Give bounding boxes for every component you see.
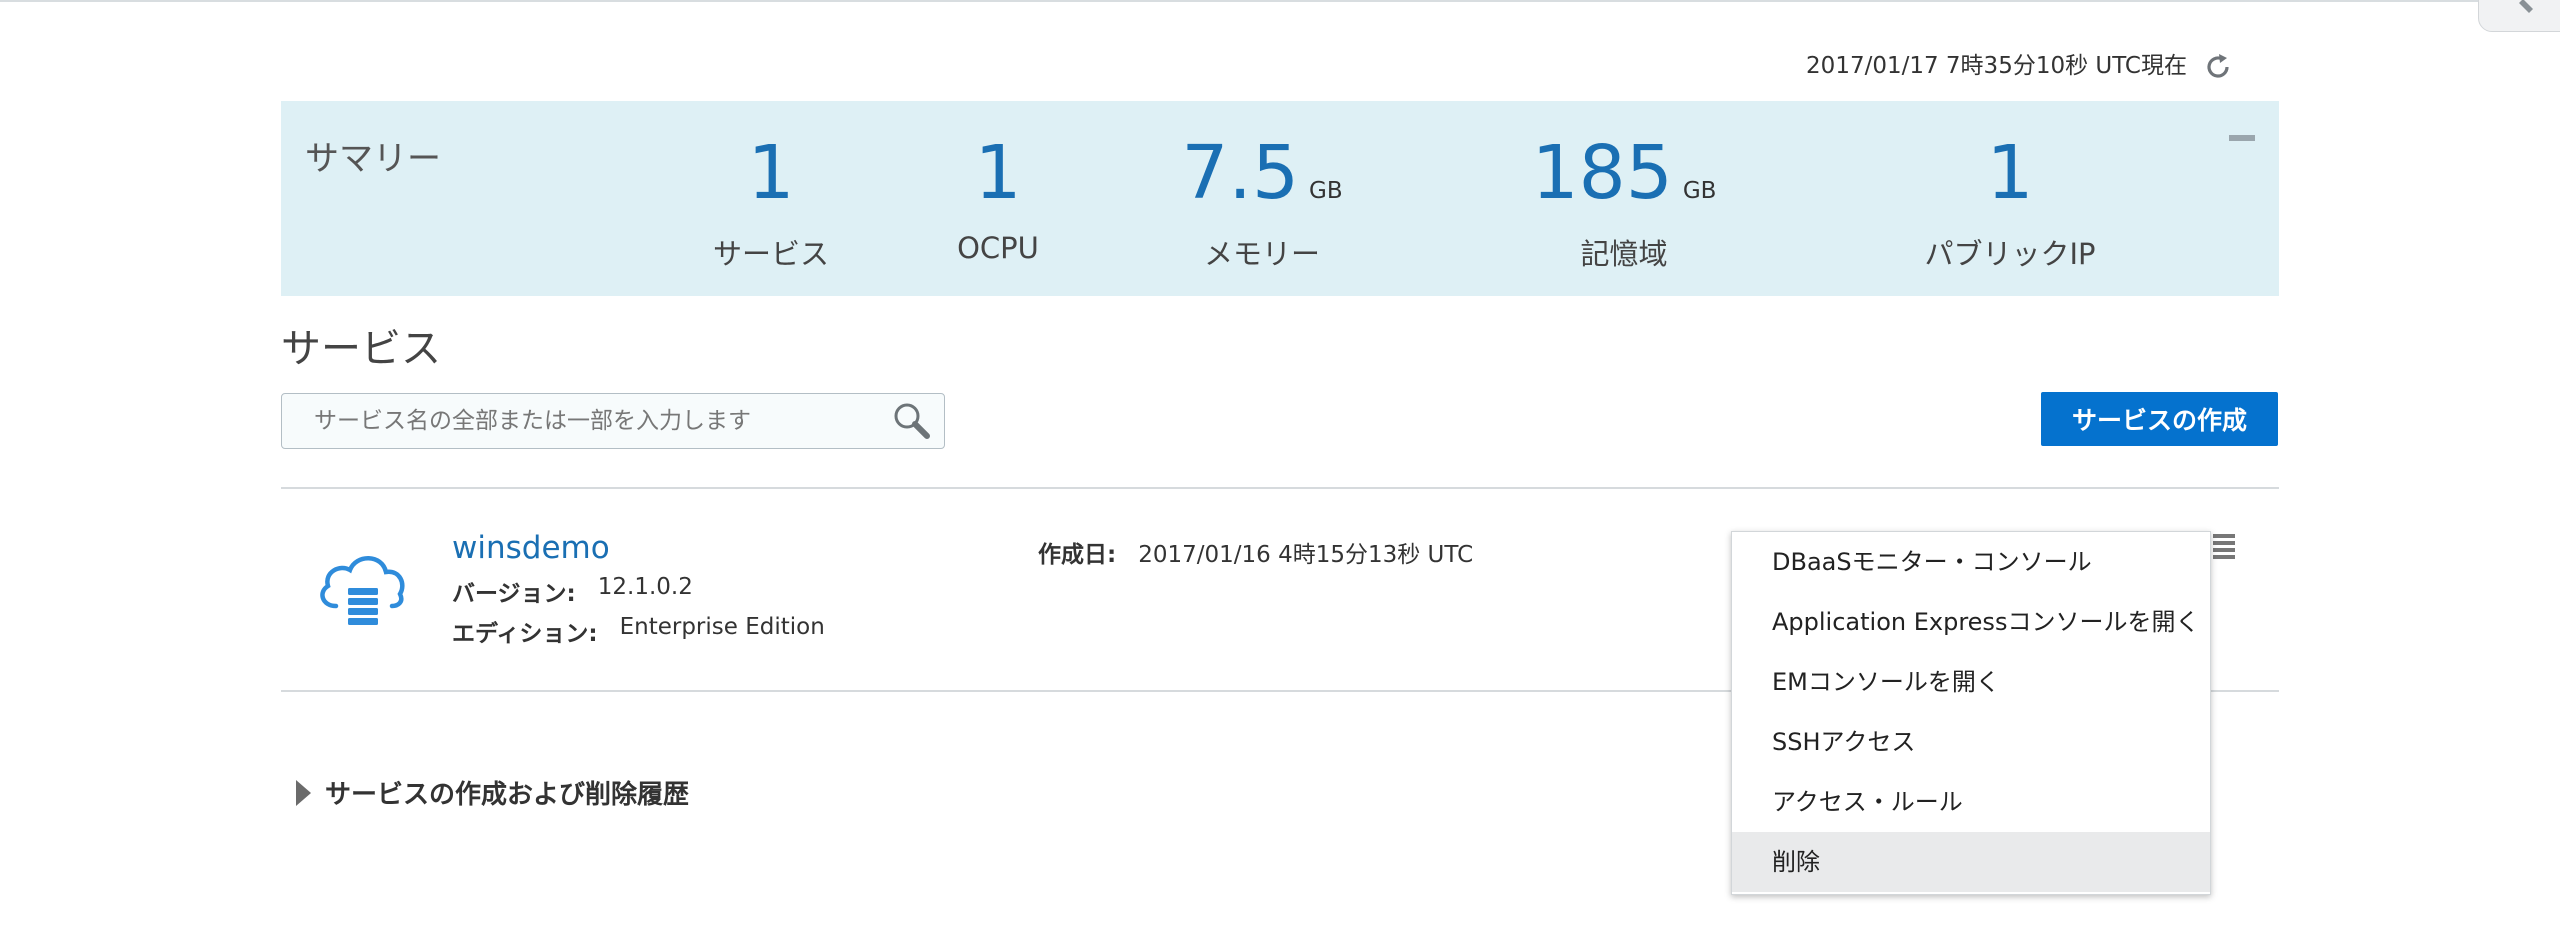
version-label: バージョン: [452, 581, 576, 607]
cloud-database-icon [320, 556, 405, 625]
metric-label: メモリー [1203, 237, 1320, 271]
menu-item-delete[interactable]: 削除 [1732, 832, 2210, 892]
timestamp-text: 2017/01/17 7時35分10秒 UTC現在 [1806, 53, 2187, 79]
created-value: 2017/01/16 4時15分13秒 UTC [1138, 542, 1474, 568]
menu-item-em-console[interactable]: EMコンソールを開く [1732, 652, 2210, 712]
service-action-menu: DBaaSモニター・コンソール Application Expressコンソール… [1731, 531, 2211, 895]
metric-label: パブリックIP [1924, 237, 2096, 271]
metric-label: OCPU [957, 231, 1039, 265]
metric-value: 1 [1986, 130, 2034, 216]
hamburger-menu-icon[interactable] [2211, 532, 2237, 562]
metric-public-ip: 1 パブリックIP [1870, 135, 2150, 273]
search-icon[interactable] [890, 399, 934, 443]
minus-icon[interactable] [2229, 135, 2255, 141]
service-name-link[interactable]: winsdemo [452, 530, 610, 566]
menu-item-access-rules[interactable]: アクセス・ルール [1732, 772, 2210, 832]
menu-item-dbaas-monitor[interactable]: DBaaSモニター・コンソール [1732, 532, 2210, 592]
metric-unit: GB [1682, 178, 1717, 204]
search-input[interactable] [282, 407, 890, 435]
timestamp-bar: 2017/01/17 7時35分10秒 UTC現在 [1806, 46, 2233, 80]
corner-tab[interactable] [2478, 0, 2560, 32]
summary-title: サマリー [305, 139, 441, 179]
edition-label: エディション: [452, 621, 598, 647]
metric-value: 1 [747, 130, 795, 216]
top-rule [0, 0, 2560, 2]
edition-row: エディション: Enterprise Edition [452, 614, 825, 648]
metric-ocpu: 1 OCPU [858, 135, 1138, 265]
metric-value: 1 [974, 130, 1022, 216]
metric-memory: 7.5 GB メモリー [1122, 135, 1402, 273]
metric-label: 記憶域 [1580, 237, 1668, 271]
metric-unit: GB [1309, 178, 1343, 204]
services-heading: サービス [281, 326, 441, 372]
metric-value: 7.5 [1181, 130, 1300, 216]
pencil-icon [2519, 0, 2533, 13]
summary-panel: サマリー 1 サービス 1 OCPU 7.5 GB メモリー 185 GB 記憶… [281, 101, 2279, 296]
version-row: バージョン: 12.1.0.2 [452, 574, 693, 608]
create-service-button[interactable]: サービスの作成 [2041, 392, 2278, 446]
created-label: 作成日: [1038, 542, 1117, 568]
search-box [281, 393, 945, 449]
history-toggle[interactable]: サービスの作成および削除履歴 [296, 774, 689, 811]
metric-value: 185 [1531, 130, 1673, 216]
menu-item-ssh-access[interactable]: SSHアクセス [1732, 712, 2210, 772]
triangle-right-icon [296, 779, 311, 806]
history-label: サービスの作成および削除履歴 [325, 780, 690, 810]
edition-value: Enterprise Edition [619, 614, 825, 640]
divider [281, 487, 2279, 489]
refresh-icon[interactable] [2203, 52, 2233, 82]
version-value: 12.1.0.2 [597, 574, 693, 600]
menu-item-apex-console[interactable]: Application Expressコンソールを開く [1732, 592, 2210, 652]
metric-storage: 185 GB 記憶域 [1484, 135, 1764, 273]
created-row: 作成日: 2017/01/16 4時15分13秒 UTC [1038, 535, 1473, 569]
